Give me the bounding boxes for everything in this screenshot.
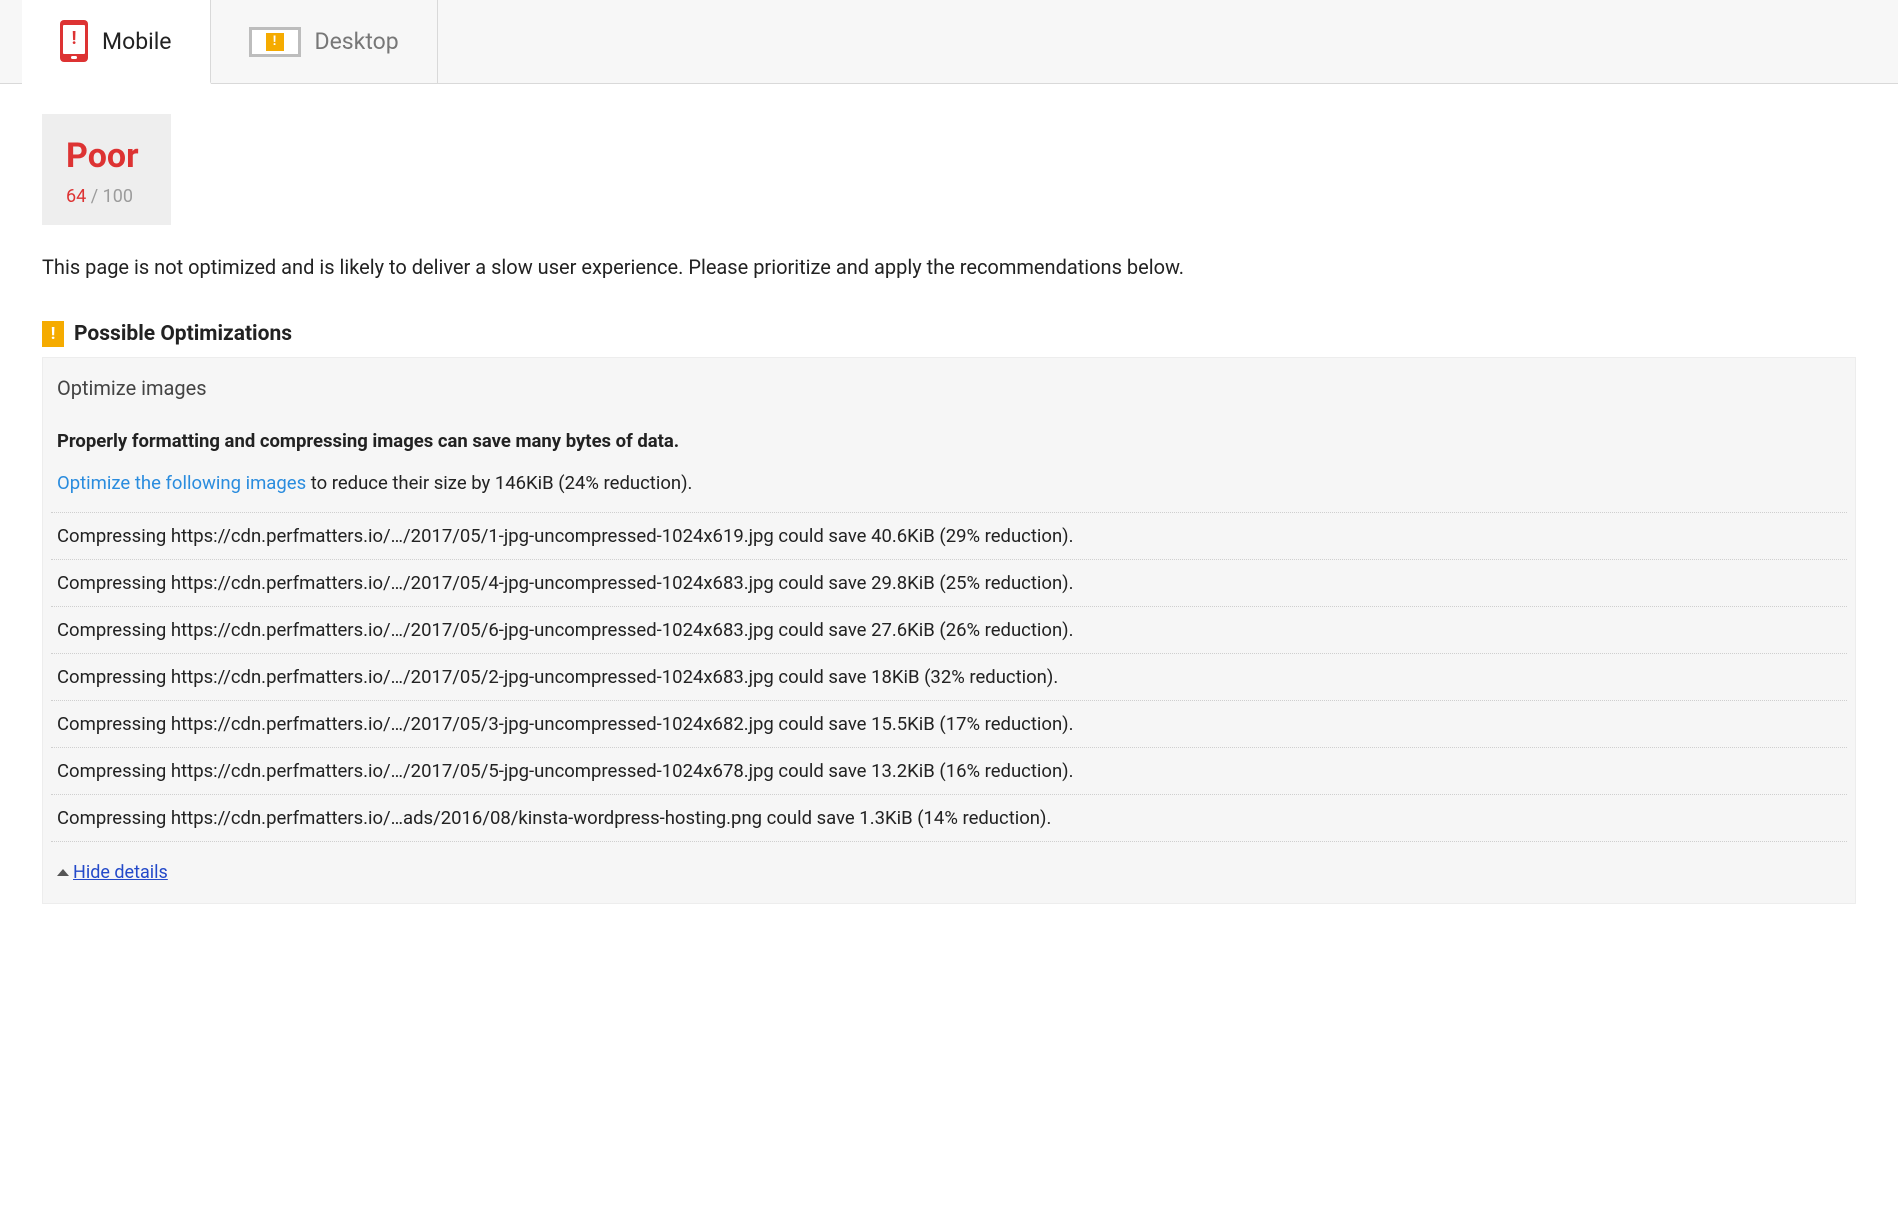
tab-mobile-label: Mobile: [102, 28, 172, 55]
optimization-row: Compressing https://cdn.perfmatters.io/……: [51, 607, 1847, 654]
tab-mobile[interactable]: ! Mobile: [22, 0, 211, 84]
hide-details[interactable]: Hide details: [43, 842, 1855, 883]
warning-badge-icon: !: [42, 321, 64, 347]
section-title: ! Possible Optimizations: [42, 321, 1856, 347]
optimization-panel: Optimize images Properly formatting and …: [42, 357, 1856, 904]
score-sep: /: [86, 186, 102, 207]
tab-desktop[interactable]: ! Desktop: [211, 0, 438, 83]
optimization-row: Compressing https://cdn.perfmatters.io/……: [51, 560, 1847, 607]
optimize-link-rest: to reduce their size by 146KiB (24% redu…: [306, 472, 692, 494]
mobile-warning-icon: !: [60, 20, 88, 62]
desktop-warning-icon: !: [249, 27, 301, 57]
collapse-up-icon: [57, 869, 69, 876]
optimization-row: Compressing https://cdn.perfmatters.io/……: [51, 795, 1847, 842]
score-line: 64 / 100: [66, 186, 139, 207]
score-max: 100: [103, 186, 133, 207]
optimize-link[interactable]: Optimize the following images: [57, 472, 306, 494]
optimization-row: Compressing https://cdn.perfmatters.io/……: [51, 512, 1847, 560]
section-title-text: Possible Optimizations: [74, 322, 292, 346]
optimize-subheading: Properly formatting and compressing imag…: [43, 430, 1855, 452]
optimization-row: Compressing https://cdn.perfmatters.io/……: [51, 701, 1847, 748]
optimize-heading: Optimize images: [43, 376, 1855, 412]
optimization-row: Compressing https://cdn.perfmatters.io/……: [51, 654, 1847, 701]
optimize-description: Optimize the following images to reduce …: [43, 472, 1855, 494]
score-rating: Poor: [66, 136, 139, 176]
optimization-rows: Compressing https://cdn.perfmatters.io/……: [43, 512, 1855, 842]
tab-desktop-label: Desktop: [315, 28, 399, 55]
content-area: Poor 64 / 100 This page is not optimized…: [0, 84, 1898, 934]
optimization-row: Compressing https://cdn.perfmatters.io/……: [51, 748, 1847, 795]
tabs-bar: ! Mobile ! Desktop: [0, 0, 1898, 84]
summary-text: This page is not optimized and is likely…: [42, 255, 1856, 279]
score-box: Poor 64 / 100: [42, 114, 171, 225]
score-value: 64: [66, 186, 86, 207]
hide-details-link[interactable]: Hide details: [73, 862, 168, 883]
